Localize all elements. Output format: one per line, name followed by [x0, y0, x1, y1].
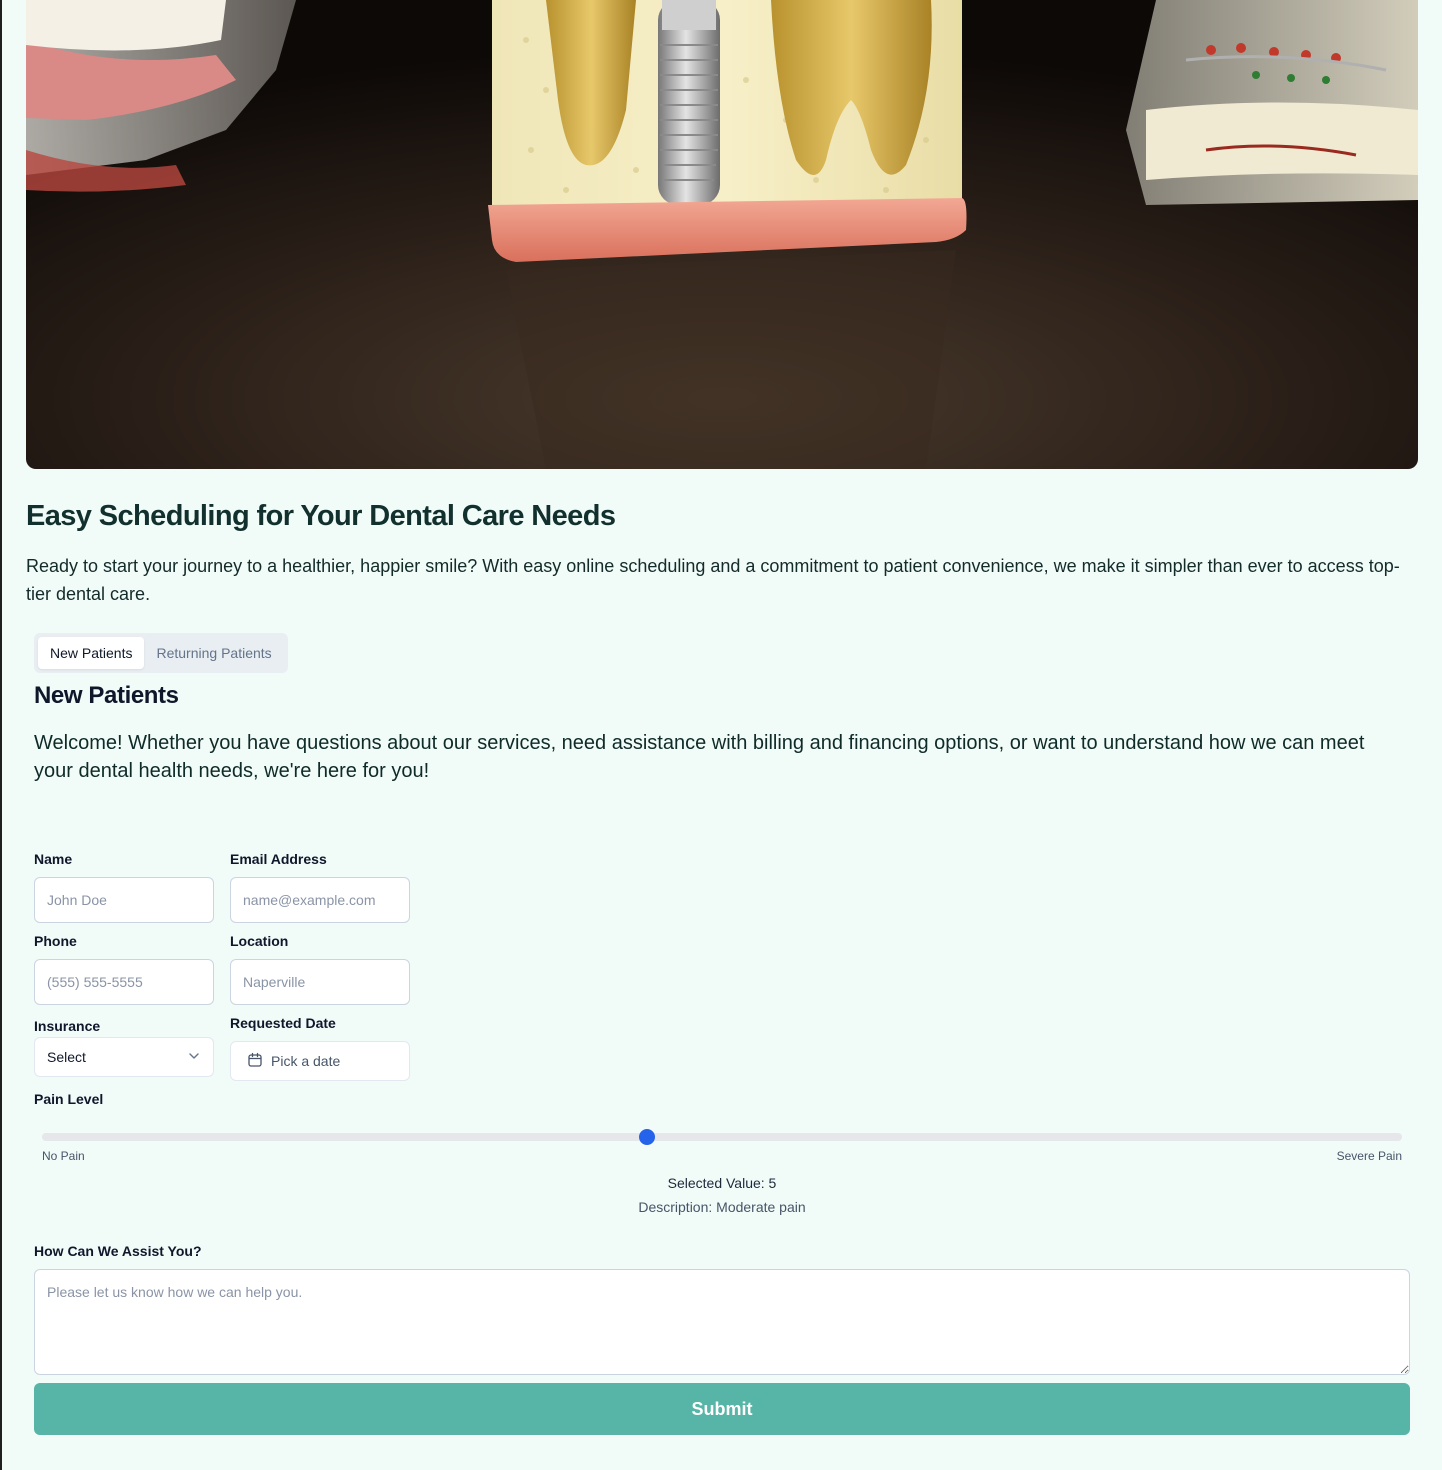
phone-label: Phone [34, 933, 77, 949]
phone-input[interactable] [34, 959, 214, 1005]
submit-button[interactable]: Submit [34, 1383, 1410, 1435]
pain-level-label: Pain Level [34, 1091, 104, 1107]
name-label: Name [34, 851, 73, 867]
assist-textarea[interactable] [34, 1269, 1410, 1375]
pain-min-label: No Pain [42, 1149, 85, 1163]
page-intro: Ready to start your journey to a healthi… [26, 556, 1400, 604]
pain-max-label: Severe Pain [1336, 1149, 1402, 1163]
welcome-text: Welcome! Whether you have questions abou… [34, 732, 1365, 782]
location-input[interactable] [230, 959, 410, 1005]
pain-slider-thumb[interactable] [639, 1129, 655, 1145]
tab-new-patients[interactable]: New Patients [38, 637, 145, 669]
page-title: Easy Scheduling for Your Dental Care Nee… [26, 500, 616, 532]
email-input[interactable] [230, 877, 410, 923]
calendar-icon [247, 1052, 263, 1071]
hero-image [26, 0, 1418, 469]
section-title: New Patients [34, 682, 179, 709]
pain-slider-track[interactable] [42, 1133, 1402, 1141]
pain-description: Description: Moderate pain [638, 1199, 806, 1215]
tab-returning-patients[interactable]: Returning Patients [144, 637, 283, 669]
insurance-selected-value: Select [47, 1049, 86, 1065]
location-label: Location [230, 933, 289, 949]
email-label: Email Address [230, 851, 327, 867]
name-input[interactable] [34, 877, 214, 923]
chevron-down-icon [187, 1049, 201, 1066]
patient-tabs: New Patients Returning Patients [34, 633, 288, 673]
insurance-select[interactable]: Select [34, 1037, 214, 1077]
insurance-label: Insurance [34, 1018, 101, 1034]
assist-label: How Can We Assist You? [34, 1243, 202, 1259]
date-label: Requested Date [230, 1015, 336, 1031]
date-picker-label: Pick a date [271, 1053, 341, 1069]
pain-selected-value: Selected Value: 5 [667, 1175, 777, 1191]
date-picker-button[interactable]: Pick a date [230, 1041, 410, 1081]
window-edge [0, 0, 2, 1470]
